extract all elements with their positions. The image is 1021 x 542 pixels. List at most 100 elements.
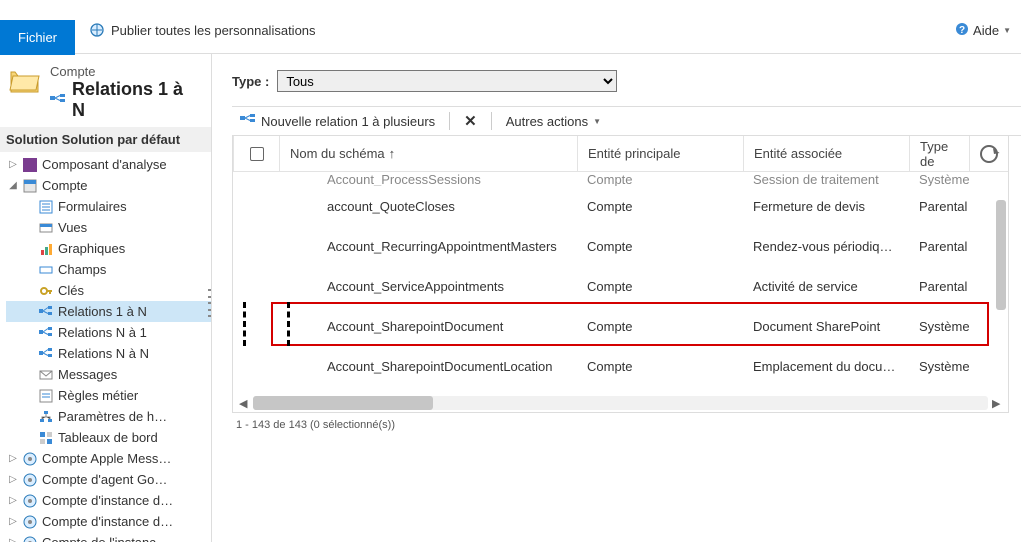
tree-item[interactable]: Relations N à 1 xyxy=(6,322,211,343)
entity-gear-icon xyxy=(22,535,38,542)
tree-item-label: Compte d'agent Go… xyxy=(42,469,167,490)
scroll-left-icon: ◀ xyxy=(239,397,249,410)
schema-column-header[interactable]: Nom du schéma ↑ xyxy=(279,136,577,171)
grid-body: Account_ProcessSessionsCompteSession de … xyxy=(233,172,1008,394)
publish-button[interactable]: Publier toutes les personnalisations xyxy=(89,22,316,38)
content-pane: Type : Tous Nouvelle relation 1 à plusie… xyxy=(212,54,1021,542)
entity-gear-icon xyxy=(22,493,38,509)
new-relation-button[interactable]: Nouvelle relation 1 à plusieurs xyxy=(240,114,435,129)
cell-schema: Account_SharepointDocument xyxy=(317,319,577,334)
tree-item[interactable]: Relations N à N xyxy=(6,343,211,364)
form-icon xyxy=(38,199,54,215)
new-relation-label: Nouvelle relation 1 à plusieurs xyxy=(261,114,435,129)
associated-column-header[interactable]: Entité associée xyxy=(743,136,909,171)
cell-type: Parental xyxy=(909,199,989,214)
delete-icon: ✕ xyxy=(464,112,477,130)
hierarchy-icon xyxy=(38,409,54,425)
tree-item[interactable]: Tableaux de bord xyxy=(6,427,211,448)
tree-item-label: Compte d'instance d… xyxy=(42,490,173,511)
sort-asc-icon: ↑ xyxy=(389,146,396,161)
entity-icon xyxy=(22,178,38,194)
tree-item-label: Paramètres de h… xyxy=(58,406,167,427)
tree-caret-icon: ◢ xyxy=(8,175,18,196)
cell-principal: Compte xyxy=(577,172,743,186)
tree-item[interactable]: Champs xyxy=(6,259,211,280)
cell-associated: Fermeture de devis xyxy=(743,199,909,214)
main-area: Compte Relations 1 à N Solution Solution… xyxy=(0,54,1021,542)
sidebar: Compte Relations 1 à N Solution Solution… xyxy=(0,54,212,542)
tree-item[interactable]: ▷ Compte d'instance d… xyxy=(6,511,211,532)
tree-item-label: Compte de l'instanc… xyxy=(42,532,169,542)
table-row[interactable]: Account_SharepointDocumentLocationCompte… xyxy=(233,346,1008,386)
tree-item[interactable]: Relations 1 à N xyxy=(6,301,211,322)
component-icon xyxy=(22,157,38,173)
delete-button[interactable]: ✕ xyxy=(464,112,477,130)
cell-associated: Activité de service xyxy=(743,279,909,294)
help-label: Aide xyxy=(973,23,999,38)
tree-item[interactable]: Vues xyxy=(6,217,211,238)
tree-item-label: Vues xyxy=(58,217,87,238)
vertical-scrollbar[interactable] xyxy=(992,172,1008,392)
table-row[interactable]: Account_SharepointDocumentCompteDocument… xyxy=(233,306,1008,346)
tree-caret-icon: ▷ xyxy=(8,511,18,532)
ribbon: Fichier Publier toutes les personnalisat… xyxy=(0,0,1021,54)
tree-caret-icon: ▷ xyxy=(8,532,18,542)
tree-item[interactable]: Clés xyxy=(6,280,211,301)
cell-schema: account_QuoteCloses xyxy=(317,199,577,214)
tree-item[interactable]: Messages xyxy=(6,364,211,385)
horizontal-scrollbar[interactable]: ◀ ▶ xyxy=(233,394,1008,412)
tree-item[interactable]: ▷Compte d'instance d… xyxy=(6,490,211,511)
cell-type: Système xyxy=(909,172,989,186)
help-menu[interactable]: ? Aide ▼ xyxy=(955,22,1011,39)
other-actions-menu[interactable]: Autres actions ▼ xyxy=(506,114,601,129)
publish-label: Publier toutes les personnalisations xyxy=(111,23,316,38)
tree-item[interactable]: ▷ Compte de l'instanc… xyxy=(6,532,211,542)
file-menu-button[interactable]: Fichier xyxy=(0,20,75,55)
grid-header: Nom du schéma ↑ Entité principale Entité… xyxy=(233,136,1008,172)
nav-tree: ▷Composant d'analyse◢CompteFormulairesVu… xyxy=(0,152,211,542)
tree-item[interactable]: ◢Compte xyxy=(6,175,211,196)
table-row[interactable]: Account_ProcessSessionsCompteSession de … xyxy=(233,172,1008,186)
relation-icon xyxy=(50,90,66,111)
table-row[interactable]: Account_ServiceAppointmentsCompteActivit… xyxy=(233,266,1008,306)
type-select[interactable]: Tous xyxy=(277,70,617,92)
cell-principal: Compte xyxy=(577,239,743,254)
refresh-column[interactable] xyxy=(969,136,1008,171)
entity-gear-icon xyxy=(22,451,38,467)
entity-header: Compte Relations 1 à N xyxy=(0,54,211,127)
tree-item[interactable]: Graphiques xyxy=(6,238,211,259)
globe-publish-icon xyxy=(89,22,105,38)
cell-principal: Compte xyxy=(577,359,743,374)
key-icon xyxy=(38,283,54,299)
table-row[interactable]: account_QuoteClosesCompteFermeture de de… xyxy=(233,186,1008,226)
dashboard-icon xyxy=(38,430,54,446)
tree-item[interactable]: Règles métier xyxy=(6,385,211,406)
svg-text:?: ? xyxy=(959,25,965,36)
cell-associated: Rendez-vous périodiq… xyxy=(743,239,909,254)
table-row[interactable]: Account_RecurringAppointmentMastersCompt… xyxy=(233,226,1008,266)
cell-type: Système xyxy=(909,359,989,374)
cell-associated: Document SharePoint xyxy=(743,319,909,334)
tree-item[interactable]: ▷Compte Apple Mess… xyxy=(6,448,211,469)
tree-item-label: Relations N à N xyxy=(58,343,149,364)
select-all-column[interactable] xyxy=(233,136,279,171)
cell-associated: Session de traitement xyxy=(743,172,909,186)
tree-item[interactable]: Formulaires xyxy=(6,196,211,217)
message-icon xyxy=(38,367,54,383)
tree-item[interactable]: ▷Composant d'analyse xyxy=(6,154,211,175)
tree-item-label: Formulaires xyxy=(58,196,127,217)
refresh-icon xyxy=(980,145,998,163)
principal-column-header[interactable]: Entité principale xyxy=(577,136,743,171)
tree-item-label: Relations N à 1 xyxy=(58,322,147,343)
grid-toolbar: Nouvelle relation 1 à plusieurs ✕ Autres… xyxy=(232,106,1021,136)
tree-item-label: Compte d'instance d… xyxy=(42,511,173,532)
cell-associated: Emplacement du docu… xyxy=(743,359,909,374)
chevron-down-icon: ▼ xyxy=(1003,26,1011,35)
relation-icon xyxy=(240,114,256,129)
tree-item[interactable]: Paramètres de h… xyxy=(6,406,211,427)
tree-item[interactable]: ▷Compte d'agent Go… xyxy=(6,469,211,490)
type-column-header[interactable]: Type de xyxy=(909,136,969,171)
toolbar-separator xyxy=(449,112,450,130)
chevron-down-icon: ▼ xyxy=(593,117,601,126)
field-icon xyxy=(38,262,54,278)
